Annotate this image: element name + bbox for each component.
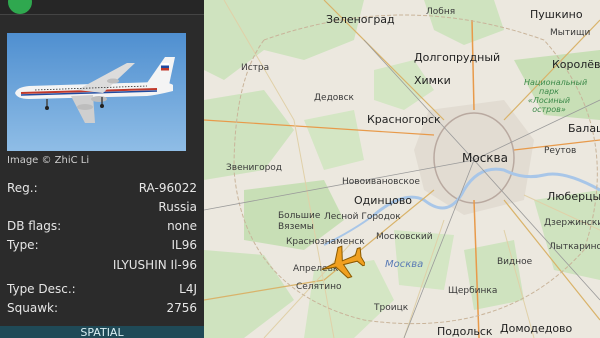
- field-db-flags: DB flags: none: [7, 219, 197, 237]
- map-label-moskovsky: Московский: [376, 232, 433, 242]
- map-label-istra: Истра: [241, 63, 270, 73]
- field-label: Reg.:: [7, 181, 38, 195]
- field-label: Type:: [7, 238, 39, 252]
- logo-icon[interactable]: [8, 0, 32, 14]
- map-label-reutov: Реутов: [544, 146, 577, 156]
- map-label-korolev: Королёв: [552, 58, 600, 71]
- map-label-mytishchi: Мытищи: [550, 28, 591, 38]
- map-label-shcherbinka: Щербинка: [448, 286, 498, 296]
- photo-credit[interactable]: Image © ZhiC Li: [7, 155, 89, 166]
- field-label: DB flags:: [7, 219, 62, 233]
- map-label-krasnogorsk: Красногорск: [367, 113, 441, 126]
- aircraft-photo-image: [7, 33, 186, 151]
- map-label-vidnoe: Видное: [497, 257, 533, 267]
- field-type-name: ILYUSHIN Il-96: [7, 258, 197, 276]
- aircraft-icon[interactable]: [319, 243, 365, 283]
- map-label-selyatino: Селятино: [296, 282, 342, 292]
- field-value[interactable]: RA-96022: [139, 181, 197, 195]
- field-value: ILYUSHIN Il-96: [112, 258, 197, 272]
- map-label-bolshie-vyazemy: Большие Вяземы: [278, 211, 321, 232]
- map-label-pushkino: Пушкино: [530, 8, 583, 21]
- field-squawk: Squawk: 2756: [7, 301, 197, 319]
- field-type: Type: IL96: [7, 238, 197, 256]
- map-label-lyubertsy: Люберцы: [547, 190, 600, 203]
- field-value: L4J: [179, 282, 197, 296]
- map-label-lytkarino: Лыткарино: [549, 242, 600, 252]
- map-label-dzerzhinsky: Дзержинский: [544, 218, 600, 228]
- map-label-khimki: Химки: [414, 74, 451, 87]
- map-label-zvenigorod: Звенигород: [226, 163, 283, 173]
- field-label: Squawk:: [7, 301, 58, 315]
- field-type-desc: Type Desc.: L4J: [7, 282, 197, 300]
- map-label-podolsk: Подольск: [437, 325, 493, 338]
- tab-spatial[interactable]: SPATIAL: [0, 326, 204, 338]
- map-label-novoivanovskoe: Новоивановское: [342, 177, 420, 187]
- aircraft-photo[interactable]: [7, 33, 186, 151]
- map-label-balashikha: Балаш: [568, 122, 600, 135]
- field-value: 2756: [166, 301, 197, 315]
- map-label-odintsovo: Одинцово: [354, 194, 413, 207]
- field-value: IL96: [171, 238, 198, 252]
- field-label: Type Desc.:: [7, 282, 76, 296]
- field-registration: Reg.: RA-96022: [7, 181, 197, 199]
- map-label-moskva-river: Москва: [385, 259, 424, 270]
- field-value: none: [167, 219, 197, 233]
- map-label-troitsk: Троицк: [374, 303, 409, 313]
- map-label-moskva-city: Москва: [462, 151, 508, 165]
- map-label-dolgoprudny: Долгопрудный: [414, 51, 501, 64]
- map-label-park: Национальный парк «Лосиный остров»: [524, 78, 588, 114]
- field-country: Russia: [7, 200, 197, 218]
- map-label-dedovsk: Дедовск: [314, 93, 354, 103]
- map-label-lesnoy-gorodok: Лесной Городок: [324, 212, 401, 222]
- map-label-domodedovo: Домодедово: [500, 322, 573, 335]
- aircraft-info-panel: Image © ZhiC Li Reg.: RA-96022 Russia DB…: [0, 0, 204, 338]
- map-label-lobnya: Лобня: [426, 7, 456, 17]
- panel-header: [0, 0, 204, 15]
- field-value: Russia: [158, 200, 197, 214]
- map-label-zelenograd: Зеленоград: [326, 13, 395, 26]
- map-view[interactable]: Зеленоград Лобня Пушкино Долгопрудный Ис…: [204, 0, 600, 338]
